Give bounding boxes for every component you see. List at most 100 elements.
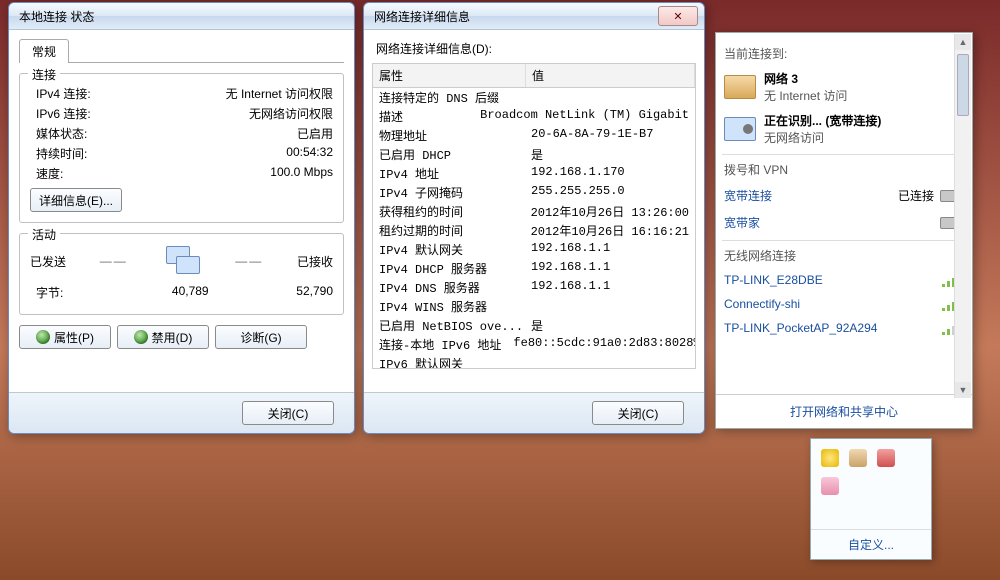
table-row[interactable]: IPv4 地址192.168.1.170 [373,164,695,183]
ipv4-conn-label: IPv4 连接: [30,85,156,102]
close-button[interactable]: 关闭(C) [242,401,334,425]
property-cell: IPv4 DNS 服务器 [373,278,525,297]
col-value[interactable]: 值 [526,64,695,87]
broadband-status: 已连接 [898,187,934,204]
flyout-scroll[interactable]: 当前连接到: ▲ 网络 3 无 Internet 访问 正在识别... (宽带连… [716,33,972,394]
tray-icon[interactable] [877,449,895,467]
property-cell: IPv4 子网掩码 [373,183,525,202]
duration-value: 00:54:32 [286,145,333,162]
network-item-1[interactable]: 网络 3 无 Internet 访问 [722,66,966,108]
close-icon[interactable]: ✕ [658,6,698,26]
broadband-row[interactable]: 宽带连接 已连接 [722,182,966,209]
property-cell: IPv4 WINS 服务器 [373,297,525,316]
window-title: 网络连接详细信息 [370,8,658,25]
value-cell: Broadcom NetLink (TM) Gigabit [474,107,695,126]
network2-name: 正在识别... (宽带连接) [764,112,964,129]
details-button[interactable]: 详细信息(E)... [30,188,122,212]
park-bench-icon [724,75,756,99]
network1-status: 无 Internet 访问 [764,87,964,104]
value-cell: 192.168.1.1 [525,278,695,297]
list-header: 属性 值 [372,63,696,88]
table-row[interactable]: IPv4 DNS 服务器192.168.1.1 [373,278,695,297]
property-cell: IPv4 默认网关 [373,240,525,259]
scroll-thumb[interactable] [957,54,969,116]
speed-value: 100.0 Mbps [270,165,333,182]
bytes-label: 字节: [30,284,156,301]
scroll-down-icon[interactable]: ▼ [955,382,971,398]
value-cell [525,88,695,107]
ipv6-conn-value: 无网络访问权限 [249,105,333,122]
value-cell: 是 [525,316,695,335]
wifi-row-2[interactable]: Connectify-shi [722,292,966,316]
dash-right: —— [202,254,297,268]
ipv4-conn-value: 无 Internet 访问权限 [226,85,333,102]
details-caption: 网络连接详细信息(D): [376,40,692,57]
table-row[interactable]: IPv4 WINS 服务器 [373,297,695,316]
property-cell: IPv4 地址 [373,164,525,183]
network-flyout: 当前连接到: ▲ 网络 3 无 Internet 访问 正在识别... (宽带连… [715,32,973,429]
monitor-icon [724,117,756,141]
value-cell: 2012年10月26日 16:16:21 [525,221,695,240]
globe-icon [36,330,50,344]
property-cell: IPv6 默认网关 [373,354,525,369]
customize-link[interactable]: 自定义... [811,529,931,559]
table-row[interactable]: 连接-本地 IPv6 地址fe80::5cdc:91a0:2d83:8028%1… [373,335,695,354]
table-row[interactable]: IPv4 默认网关192.168.1.1 [373,240,695,259]
property-cell: 连接-本地 IPv6 地址 [373,335,507,354]
titlebar[interactable]: 本地连接 状态 [9,3,354,30]
property-cell: 描述 [373,107,474,126]
wifi2-name: Connectify-shi [724,297,800,311]
media-state-label: 媒体状态: [30,125,156,142]
tray-icon[interactable] [821,449,839,467]
property-cell: 租约过期的时间 [373,221,525,240]
network-item-2[interactable]: 正在识别... (宽带连接) 无网络访问 [722,108,966,150]
broadband2-name: 宽带家 [724,214,760,231]
table-row[interactable]: 连接特定的 DNS 后缀 [373,88,695,107]
value-cell: 是 [525,145,695,164]
titlebar[interactable]: 网络连接详细信息 ✕ [364,3,704,30]
table-row[interactable]: IPv6 默认网关 [373,354,695,369]
diagnose-button[interactable]: 诊断(G) [215,325,307,349]
table-row[interactable]: IPv4 DHCP 服务器192.168.1.1 [373,259,695,278]
wifi-row-1[interactable]: TP-LINK_E28DBE [722,268,966,292]
properties-button[interactable]: 属性(P) [19,325,111,349]
tab-general[interactable]: 常规 [19,39,69,63]
tab-header: 常规 [19,38,344,63]
scroll-up-icon[interactable]: ▲ [955,34,971,50]
network1-name: 网络 3 [764,70,964,87]
value-cell: 192.168.1.170 [525,164,695,183]
property-cell: 获得租约的时间 [373,202,525,221]
scrollbar[interactable]: ▲ ▼ [954,34,971,398]
wifi3-name: TP-LINK_PocketAP_92A294 [724,321,877,335]
local-connection-status-window: 本地连接 状态 常规 连接 IPv4 连接:无 Internet 访问权限 IP… [8,2,355,434]
wifi-row-3[interactable]: TP-LINK_PocketAP_92A294 [722,316,966,340]
group-activity-legend: 活动 [28,226,60,243]
table-row[interactable]: 描述Broadcom NetLink (TM) Gigabit [373,107,695,126]
disable-button[interactable]: 禁用(D) [117,325,209,349]
col-property[interactable]: 属性 [373,64,526,87]
sent-label: 已发送 [30,253,66,270]
broadband2-row[interactable]: 宽带家 [722,209,966,236]
tray-icon[interactable] [821,477,839,495]
speed-label: 速度: [30,165,156,182]
current-connection-header: 当前连接到: [724,45,787,62]
value-cell: 20-6A-8A-79-1E-B7 [525,126,695,145]
open-network-center-link[interactable]: 打开网络和共享中心 [716,394,972,428]
broadband-name: 宽带连接 [724,187,772,204]
table-row[interactable]: 已启用 DHCP是 [373,145,695,164]
tray-overflow-popup: 自定义... [810,438,932,560]
table-row[interactable]: IPv4 子网掩码255.255.255.0 [373,183,695,202]
tray-icon[interactable] [849,449,867,467]
value-cell: 255.255.255.0 [525,183,695,202]
table-row[interactable]: 已启用 NetBIOS ove...是 [373,316,695,335]
table-row[interactable]: 租约过期的时间2012年10月26日 16:16:21 [373,221,695,240]
media-state-value: 已启用 [297,125,333,142]
close-button[interactable]: 关闭(C) [592,401,684,425]
details-list[interactable]: 连接特定的 DNS 后缀描述Broadcom NetLink (TM) Giga… [372,88,696,369]
wifi1-name: TP-LINK_E28DBE [724,273,823,287]
table-row[interactable]: 物理地址20-6A-8A-79-1E-B7 [373,126,695,145]
network2-status: 无网络访问 [764,129,964,146]
table-row[interactable]: 获得租约的时间2012年10月26日 13:26:00 [373,202,695,221]
window-title: 本地连接 状态 [15,8,348,25]
dash-left: —— [66,254,161,268]
